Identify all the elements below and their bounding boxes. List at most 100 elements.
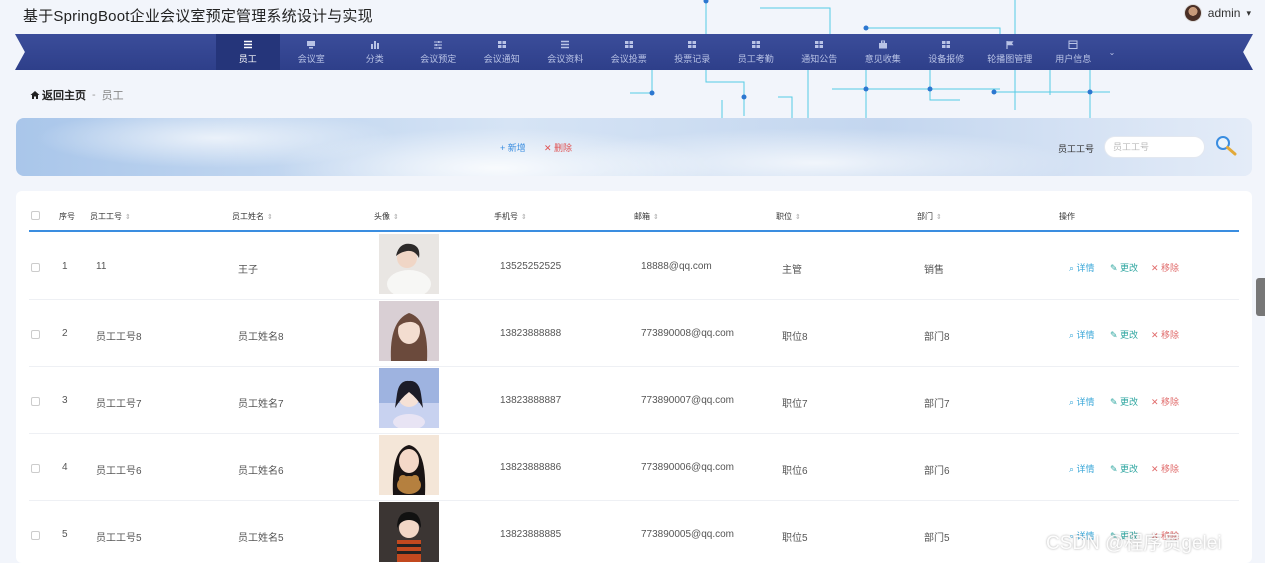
cell-emp-no: 员工工号7 xyxy=(96,399,142,410)
row-checkbox[interactable] xyxy=(31,464,40,473)
search-label: 员工工号 xyxy=(1058,144,1095,154)
list-icon xyxy=(561,40,570,48)
nav-item-0[interactable]: 员工 xyxy=(216,34,280,70)
column-header-label: 部门 xyxy=(917,212,933,221)
select-all-checkbox[interactable] xyxy=(31,211,40,220)
cell-dept: 部门5 xyxy=(924,533,950,544)
list-icon xyxy=(243,40,252,48)
nav-item-8[interactable]: 员工考勤 xyxy=(724,34,788,70)
nav-item-11[interactable]: 设备报修 xyxy=(915,34,979,70)
column-header-4[interactable]: 手机号 ⇕ xyxy=(494,211,527,222)
cell-index: 2 xyxy=(62,328,68,339)
search-icon[interactable] xyxy=(1214,135,1238,157)
column-header-label: 序号 xyxy=(59,212,75,221)
cell-index: 4 xyxy=(62,462,68,473)
sort-icon: ⇕ xyxy=(521,214,527,221)
cell-dept: 部门7 xyxy=(924,399,950,410)
user-menu[interactable]: admin ▾ xyxy=(1183,4,1251,22)
row-checkbox[interactable] xyxy=(31,397,40,406)
cell-phone: 13525252525 xyxy=(500,261,562,272)
edit-button[interactable]: ✎ 更改 xyxy=(1110,261,1138,274)
column-header-label: 手机号 xyxy=(494,212,518,221)
breadcrumb-home[interactable]: 返回主页 xyxy=(30,87,86,103)
column-header-3[interactable]: 头像 ⇕ xyxy=(374,211,399,222)
avatar xyxy=(379,234,439,294)
column-header-5[interactable]: 邮箱 ⇕ xyxy=(634,211,659,222)
nav-item-9[interactable]: 通知公告 xyxy=(788,34,852,70)
avatar xyxy=(379,301,439,361)
nav-item-4[interactable]: 会议通知 xyxy=(470,34,534,70)
nav-item-13[interactable]: 用户信息 xyxy=(1042,34,1106,70)
side-drawer-handle[interactable] xyxy=(1256,278,1265,316)
nav-item-label: 投票记录 xyxy=(674,53,711,64)
search-input[interactable] xyxy=(1104,136,1205,158)
remove-button[interactable]: ✕ 移除 xyxy=(1151,395,1179,408)
breadcrumb-home-label: 返回主页 xyxy=(42,90,86,102)
chevron-down-icon: ▾ xyxy=(1246,7,1251,18)
edit-button[interactable]: ✎ 更改 xyxy=(1110,395,1138,408)
remove-button[interactable]: ✕ 移除 xyxy=(1151,261,1179,274)
column-header-7[interactable]: 部门 ⇕ xyxy=(917,211,942,222)
nav-item-7[interactable]: 投票记录 xyxy=(661,34,725,70)
cell-phone: 13823888886 xyxy=(500,462,562,473)
cell-position: 职位8 xyxy=(782,332,808,343)
row-checkbox[interactable] xyxy=(31,531,40,540)
detail-button[interactable]: ⌕ 详情 xyxy=(1069,395,1095,408)
delete-button[interactable]: ✕ 删除 xyxy=(544,141,572,154)
cell-position: 职位5 xyxy=(782,533,808,544)
avatar xyxy=(379,502,439,562)
column-header-2[interactable]: 员工姓名 ⇕ xyxy=(232,211,273,222)
home-icon xyxy=(30,91,40,99)
cell-emp-no: 员工工号6 xyxy=(96,466,142,477)
nav-item-label: 会议资料 xyxy=(547,53,584,64)
sort-icon: ⇕ xyxy=(393,214,399,221)
nav-item-label: 用户信息 xyxy=(1055,53,1092,64)
detail-button[interactable]: ⌕ 详情 xyxy=(1069,261,1095,274)
nav-item-5[interactable]: 会议资料 xyxy=(534,34,598,70)
edit-button[interactable]: ✎ 更改 xyxy=(1110,328,1138,341)
grid-icon xyxy=(497,40,506,48)
column-header-1[interactable]: 员工工号 ⇕ xyxy=(90,211,131,222)
row-checkbox[interactable] xyxy=(31,263,40,272)
briefcase-icon xyxy=(878,40,887,48)
sliders-icon xyxy=(434,40,443,49)
column-header-6[interactable]: 职位 ⇕ xyxy=(776,211,801,222)
column-header-label: 职位 xyxy=(776,212,792,221)
nav-item-6[interactable]: 会议投票 xyxy=(597,34,661,70)
nav-item-label: 设备报修 xyxy=(928,53,965,64)
cell-phone: 13823888887 xyxy=(500,395,562,406)
nav-item-3[interactable]: 会议预定 xyxy=(407,34,471,70)
table-row: 1 11 王子 13525252525 18888@qq.com 主管 销售 ⌕ 详情 ✎ 更改… xyxy=(29,233,1239,300)
cell-phone: 13823888885 xyxy=(500,529,562,540)
cell-name: 员工姓名5 xyxy=(238,533,284,544)
nav-item-2[interactable]: 分类 xyxy=(343,34,407,70)
nav-item-12[interactable]: 轮播图管理 xyxy=(978,34,1042,70)
sort-icon: ⇕ xyxy=(267,214,273,221)
row-checkbox[interactable] xyxy=(31,330,40,339)
detail-button[interactable]: ⌕ 详情 xyxy=(1069,462,1095,475)
nav-item-label: 意见收集 xyxy=(864,53,901,64)
sort-icon: ⇕ xyxy=(936,214,942,221)
nav-item-label: 会议预定 xyxy=(420,53,457,64)
grid-icon xyxy=(624,40,633,48)
nav-item-label: 分类 xyxy=(365,53,384,64)
cell-position: 主管 xyxy=(782,265,802,276)
add-button[interactable]: + 新增 xyxy=(500,141,526,154)
cell-name: 员工姓名7 xyxy=(238,399,284,410)
cell-dept: 销售 xyxy=(924,265,944,276)
nav-item-label: 员工 xyxy=(238,53,257,64)
detail-button[interactable]: ⌕ 详情 xyxy=(1069,328,1095,341)
cell-emp-no: 11 xyxy=(96,261,107,272)
nav-item-10[interactable]: 意见收集 xyxy=(851,34,915,70)
cell-index: 5 xyxy=(62,529,68,540)
nav-item-label: 轮播图管理 xyxy=(987,53,1033,64)
column-header-label: 员工姓名 xyxy=(232,212,264,221)
nav-item-1[interactable]: 会议室 xyxy=(280,34,344,70)
remove-button[interactable]: ✕ 移除 xyxy=(1151,462,1179,475)
edit-button[interactable]: ✎ 更改 xyxy=(1110,462,1138,475)
grid-icon xyxy=(942,40,951,48)
cell-dept: 部门6 xyxy=(924,466,950,477)
employee-table: 序号 员工工号 ⇕ 员工姓名 ⇕ 头像 ⇕ 手机号 ⇕ 邮箱 ⇕ 职位 ⇕ 部门 ⇕ 操作 1 11 王子 1352… xyxy=(16,191,1252,563)
remove-button[interactable]: ✕ 移除 xyxy=(1151,328,1179,341)
nav-more-chevron-icon[interactable]: ⌄ xyxy=(1105,34,1119,70)
